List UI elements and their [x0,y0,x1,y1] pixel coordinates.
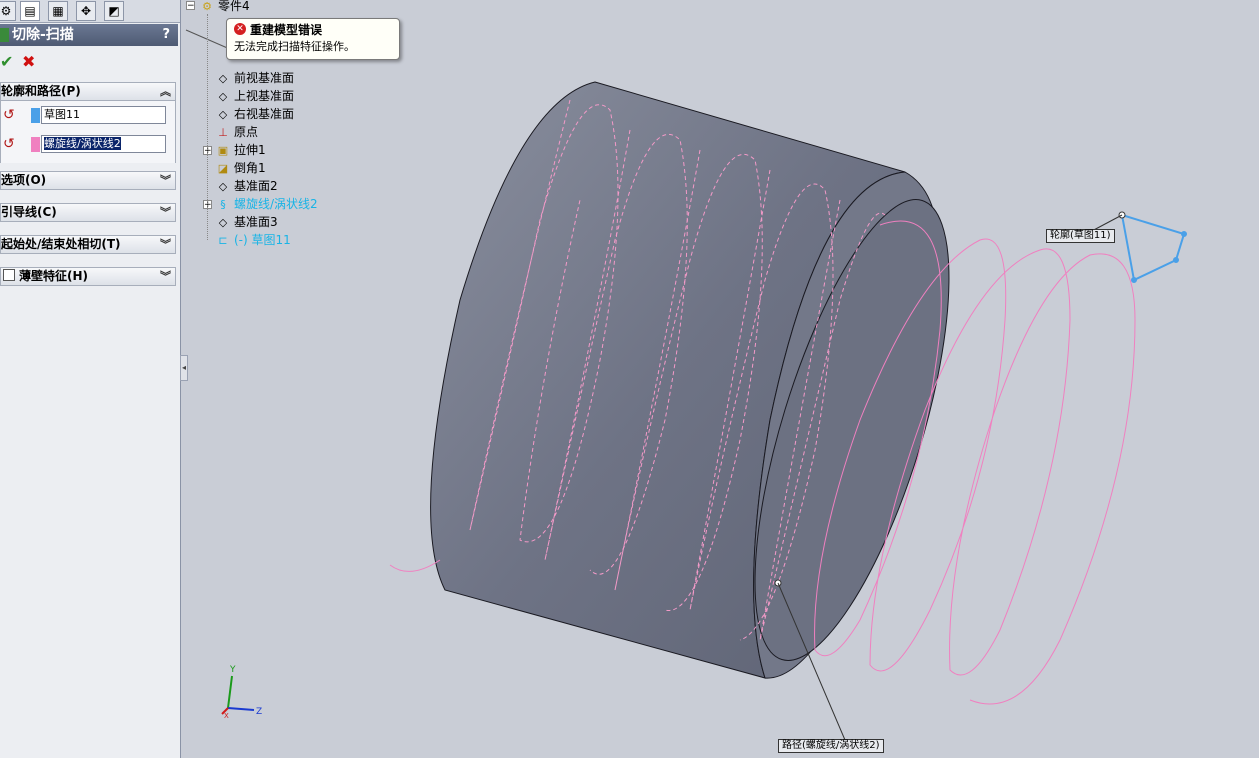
tree-connector [207,14,208,240]
tree-item-extrude1[interactable]: ▣ 拉伸1 [216,142,266,158]
tree-item-right-plane[interactable]: ◇ 右视基准面 [216,106,294,122]
chevron-down-icon: ︾ [160,174,171,187]
extrude-icon: ▣ [217,144,229,157]
chamfer-icon: ◪ [217,162,229,175]
error-icon: ✕ [234,23,246,35]
chevron-down-icon: ︾ [160,206,171,219]
pm-title: 切除-扫描 [12,27,74,43]
plane-icon: ◇ [218,108,228,121]
manager-tabs: ⚙ ▤ ▦ ✥ ◩ [0,0,180,23]
profile-icon: ↺ [3,107,15,123]
axis-triad: Y Z X [221,665,262,720]
group-guide-curves[interactable]: 引导线(C) ︾ [0,203,176,222]
cancel-button[interactable]: ✖ [22,52,35,71]
tree-item-plane2[interactable]: ◇ 基准面2 [216,178,278,194]
collapse-toggle[interactable]: − [186,1,195,11]
display-manager-tab-icon[interactable]: ◩ [104,1,124,21]
error-title: 重建模型错误 [250,23,323,37]
profile-sketch [1120,213,1187,283]
tree-item-origin[interactable]: ⊥ 原点 [216,124,258,140]
tree-item-helix2[interactable]: § 螺旋线/涡状线2 [216,196,317,212]
triad-z-label: Z [256,707,262,717]
group-options[interactable]: 选项(O) ︾ [0,171,176,190]
error-message: 无法完成扫描特征操作。 [234,40,355,53]
helix-icon: § [220,198,226,211]
profile-callout[interactable]: 轮廓(草图11) [1046,229,1115,243]
dimxpert-tab-icon[interactable]: ✥ [76,1,96,21]
chevron-up-icon: ︽ [160,85,171,98]
featuremanager-tab-icon[interactable]: ⚙ [0,1,16,21]
part-icon: ⚙ [202,0,212,13]
tree-item-plane3[interactable]: ◇ 基准面3 [216,214,278,230]
tree-item-chamfer1[interactable]: ◪ 倒角1 [216,160,266,176]
origin-icon: ⊥ [218,126,228,139]
sweep-cut-icon [0,28,9,42]
chevron-down-icon: ︾ [160,270,171,283]
path-selection-box[interactable]: 螺旋线/涡状线2 [41,135,166,153]
configurationmanager-tab-icon[interactable]: ▦ [48,1,68,21]
plane-icon: ◇ [218,180,228,193]
propertymanager-tab-icon[interactable]: ▤ [20,1,40,21]
path-color-swatch [31,137,40,152]
ok-button[interactable]: ✔ [0,52,13,71]
tree-item-sketch11[interactable]: ⊏ (-) 草图11 [216,232,290,248]
tree-item-front-plane[interactable]: ◇ 前视基准面 [216,70,294,86]
group-profile-path[interactable]: 轮廓和路径(P) ︽ [0,82,176,101]
sketch-icon: ⊏ [218,234,228,247]
group-tangency[interactable]: 起始处/结束处相切(T) ︾ [0,235,176,254]
property-manager: ⚙ ▤ ▦ ✥ ◩ 切除-扫描 ? ✔ ✖ 轮廓和路径(P) ︽ ↺ 草图11 … [0,0,181,758]
tree-item-top-plane[interactable]: ◇ 上视基准面 [216,88,294,104]
triad-x-label: X [224,712,229,720]
chevron-down-icon: ︾ [160,238,171,251]
group-thin-feature[interactable]: 薄壁特征(H) ︾ [0,267,176,286]
triad-y-label: Y [229,665,236,675]
profile-selection-box[interactable]: 草图11 [41,106,166,124]
profile-path-body: ↺ 草图11 ↺ 螺旋线/涡状线2 [0,101,176,163]
help-button[interactable]: ? [162,24,170,46]
thin-feature-checkbox[interactable] [3,269,15,281]
path-callout[interactable]: 路径(螺旋线/涡状线2) [778,739,884,753]
path-icon: ↺ [3,136,15,152]
plane-icon: ◇ [218,216,228,229]
plane-icon: ◇ [218,72,228,85]
pm-header: 切除-扫描 ? [0,24,178,46]
profile-color-swatch [31,108,40,123]
path-row: ↺ 螺旋线/涡状线2 [1,134,177,154]
profile-row: ↺ 草图11 [1,105,177,125]
panel-splitter[interactable]: ◂ [180,355,188,381]
tree-root[interactable]: ⚙ 零件4 [200,0,250,14]
plane-icon: ◇ [218,90,228,103]
error-tooltip: ✕ 重建模型错误 无法完成扫描特征操作。 [226,18,400,60]
